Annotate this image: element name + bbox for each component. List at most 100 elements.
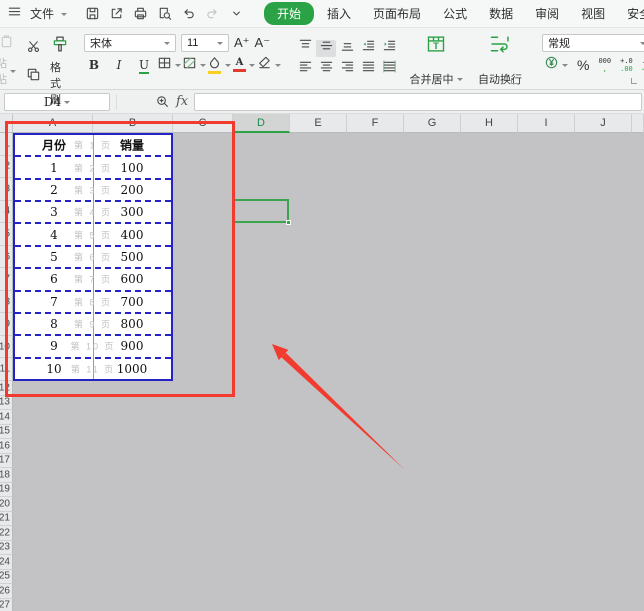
- column-header-G[interactable]: G: [404, 114, 461, 133]
- row-header-14[interactable]: 14: [0, 410, 13, 425]
- tab-审阅[interactable]: 审阅: [524, 2, 570, 25]
- column-header-sliver[interactable]: [632, 114, 644, 133]
- row-header-10[interactable]: 10: [0, 336, 13, 359]
- row-header-8[interactable]: 8: [0, 291, 13, 314]
- row-header-19[interactable]: 19: [0, 483, 13, 498]
- output-pdf-icon[interactable]: [109, 6, 124, 21]
- table-row[interactable]: 8第 9 页800: [15, 312, 171, 334]
- font-family-select[interactable]: 宋体: [84, 34, 176, 52]
- row-header-9[interactable]: 9: [0, 313, 13, 336]
- fill-handle[interactable]: [286, 220, 291, 225]
- table-row[interactable]: 2第 3 页200: [15, 178, 171, 200]
- print-icon[interactable]: [133, 6, 148, 21]
- bold-button[interactable]: B: [84, 56, 104, 73]
- fx-icon[interactable]: fx: [176, 94, 188, 109]
- merge-center-button[interactable]: T 合并居中: [408, 32, 464, 89]
- currency-button[interactable]: [544, 55, 568, 75]
- underline-button[interactable]: U: [134, 56, 154, 73]
- table-row[interactable]: 9第 10 页900: [15, 334, 171, 356]
- row-header-3[interactable]: 3: [0, 178, 13, 201]
- row-header-7[interactable]: 7: [0, 268, 13, 291]
- valign-bottom-button[interactable]: [337, 40, 357, 57]
- sheet-grid[interactable]: 1234567891011121314151617181920212223242…: [0, 133, 644, 611]
- align-left-button[interactable]: [295, 61, 315, 78]
- row-header-24[interactable]: 24: [0, 555, 13, 570]
- tab-插入[interactable]: 插入: [316, 2, 362, 25]
- row-header-2[interactable]: 2: [0, 156, 13, 179]
- column-header-D[interactable]: D: [233, 114, 290, 133]
- column-header-B[interactable]: B: [93, 114, 173, 133]
- column-header-A[interactable]: A: [13, 114, 93, 133]
- distribute-button[interactable]: [379, 61, 399, 78]
- dialog-launcher-icon[interactable]: [511, 78, 517, 84]
- row-header-26[interactable]: 26: [0, 584, 13, 599]
- tab-页面布局[interactable]: 页面布局: [362, 2, 432, 25]
- table-row[interactable]: 4第 5 页400: [15, 222, 171, 244]
- row-header-16[interactable]: 16: [0, 439, 13, 454]
- row-header-15[interactable]: 15: [0, 425, 13, 440]
- save-icon[interactable]: [85, 6, 100, 21]
- column-header-E[interactable]: E: [290, 114, 347, 133]
- file-menu-button[interactable]: 文件: [30, 5, 67, 22]
- decrease-font-button[interactable]: A⁻: [255, 35, 271, 51]
- percent-icon[interactable]: %: [577, 57, 589, 73]
- valign-top-button[interactable]: [295, 40, 315, 57]
- tab-数据[interactable]: 数据: [478, 2, 524, 25]
- more-icon[interactable]: [229, 6, 244, 21]
- tab-安全[interactable]: 安全: [616, 2, 644, 25]
- tab-视图[interactable]: 视图: [570, 2, 616, 25]
- cut-button[interactable]: [23, 38, 43, 55]
- row-header-21[interactable]: 21: [0, 512, 13, 527]
- table-header-row[interactable]: 月份第 1 页销量: [15, 135, 171, 155]
- hamburger-icon[interactable]: [7, 4, 22, 24]
- tab-公式[interactable]: 公式: [432, 2, 478, 25]
- column-header-F[interactable]: F: [347, 114, 404, 133]
- thousands-icon[interactable]: 000,: [598, 57, 611, 73]
- increase-font-button[interactable]: A⁺: [234, 35, 250, 51]
- indent-increase-button[interactable]: [379, 40, 399, 57]
- shading-button[interactable]: [184, 56, 204, 73]
- column-header-H[interactable]: H: [461, 114, 518, 133]
- formula-input[interactable]: [194, 93, 642, 111]
- row-header-6[interactable]: 6: [0, 246, 13, 269]
- row-header-4[interactable]: 4: [0, 201, 13, 224]
- row-header-13[interactable]: 13: [0, 396, 13, 411]
- table-row[interactable]: 6第 7 页600: [15, 267, 171, 289]
- table-row[interactable]: 1第 2 页100: [15, 155, 171, 177]
- insert-function-search-icon[interactable]: [155, 94, 170, 109]
- align-right-button[interactable]: [337, 61, 357, 78]
- number-format-select[interactable]: 常规: [542, 34, 644, 52]
- font-size-select[interactable]: 11: [181, 34, 229, 52]
- font-color-button[interactable]: A: [234, 56, 254, 73]
- print-preview-icon[interactable]: [157, 6, 172, 21]
- row-header-17[interactable]: 17: [0, 454, 13, 469]
- dialog-launcher-icon[interactable]: [631, 78, 637, 84]
- add-decimal-icon[interactable]: +.0.00: [620, 57, 633, 73]
- row-header-23[interactable]: 23: [0, 541, 13, 556]
- table-row[interactable]: 7第 8 页700: [15, 290, 171, 312]
- row-header-22[interactable]: 22: [0, 526, 13, 541]
- align-center-button[interactable]: [316, 61, 336, 78]
- row-header-1[interactable]: 1: [0, 133, 13, 156]
- paste-button[interactable]: 粘贴: [0, 32, 16, 89]
- table-row[interactable]: 3第 4 页300: [15, 200, 171, 222]
- select-all-corner[interactable]: [0, 114, 13, 133]
- copy-button[interactable]: [23, 66, 43, 83]
- row-header-27[interactable]: 27: [0, 599, 13, 611]
- row-header-20[interactable]: 20: [0, 497, 13, 512]
- table-row[interactable]: 5第 6 页500: [15, 245, 171, 267]
- column-header-I[interactable]: I: [518, 114, 575, 133]
- indent-decrease-button[interactable]: [358, 40, 378, 57]
- italic-button[interactable]: I: [109, 56, 129, 73]
- borders-button[interactable]: [159, 56, 179, 73]
- wrap-text-button[interactable]: 自动换行: [472, 32, 528, 89]
- redo-icon[interactable]: [205, 6, 220, 21]
- eraser-button[interactable]: [259, 56, 279, 73]
- column-header-C[interactable]: C: [173, 114, 233, 133]
- row-header-25[interactable]: 25: [0, 570, 13, 585]
- row-header-18[interactable]: 18: [0, 468, 13, 483]
- table-row[interactable]: 10第 11 页1000: [15, 357, 171, 379]
- column-header-J[interactable]: J: [575, 114, 632, 133]
- fill-color-button[interactable]: [209, 56, 229, 73]
- undo-icon[interactable]: [181, 6, 196, 21]
